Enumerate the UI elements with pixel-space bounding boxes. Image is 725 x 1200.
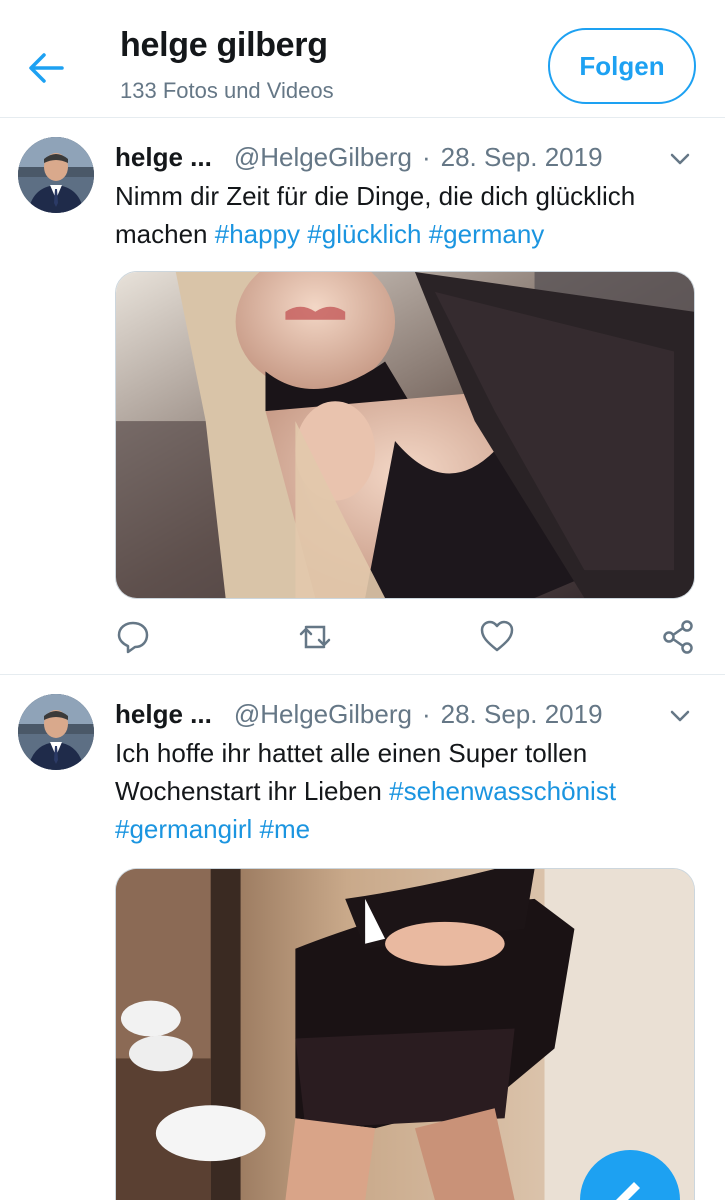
- photo-image: [116, 272, 694, 598]
- separator-dot: ·: [421, 141, 431, 172]
- profile-header: helge gilberg 133 Fotos und Videos Folge…: [0, 0, 725, 118]
- arrow-left-icon: [29, 53, 64, 83]
- tweet-photo[interactable]: [115, 868, 695, 1200]
- like-button[interactable]: [479, 617, 515, 657]
- media-count: 133 Fotos und Videos: [120, 78, 334, 103]
- avatar[interactable]: [18, 137, 94, 213]
- tweet-menu-button[interactable]: [664, 143, 696, 175]
- author-name[interactable]: helge ...: [115, 142, 212, 173]
- photo-image: [116, 869, 694, 1200]
- tweet-menu-button[interactable]: [664, 700, 696, 732]
- tweet-date[interactable]: 28. Sep. 2019: [441, 699, 603, 730]
- avatar-image: [18, 694, 94, 770]
- tweet-actions: [115, 617, 695, 661]
- tweet-date[interactable]: 28. Sep. 2019: [441, 142, 603, 173]
- share-icon: [663, 620, 693, 654]
- hashtag-link[interactable]: #sehenwasschönist: [389, 776, 616, 806]
- tweet-header: helge ... @HelgeGilberg · 28. Sep. 2019: [115, 139, 603, 175]
- hashtag-link[interactable]: #me: [260, 814, 311, 844]
- follow-button[interactable]: Folgen: [548, 28, 696, 104]
- hashtag-link[interactable]: #germany: [429, 219, 545, 249]
- separator-dot: ·: [421, 698, 431, 729]
- author-handle[interactable]: @HelgeGilberg: [234, 142, 412, 173]
- tweet-photo[interactable]: [115, 271, 695, 599]
- heart-icon: [480, 620, 514, 652]
- back-button[interactable]: [22, 44, 70, 92]
- compose-icon: [616, 1182, 640, 1200]
- retweet-button[interactable]: [297, 617, 333, 657]
- reply-icon: [117, 621, 149, 654]
- hashtag-link[interactable]: #happy: [215, 219, 300, 249]
- author-name[interactable]: helge ...: [115, 699, 212, 730]
- hashtag-link[interactable]: #glücklich: [307, 219, 421, 249]
- retweet-icon: [299, 625, 331, 649]
- tweet-header: helge ... @HelgeGilberg · 28. Sep. 2019: [115, 696, 603, 732]
- avatar-image: [18, 137, 94, 213]
- chevron-down-icon: [670, 710, 690, 722]
- tweet[interactable]: helge ... @HelgeGilberg · 28. Sep. 2019 …: [0, 676, 725, 1200]
- share-button[interactable]: [660, 617, 696, 657]
- tweet-text: Ich hoffe ihr hattet alle einen Super to…: [115, 734, 695, 848]
- author-handle[interactable]: @HelgeGilberg: [234, 699, 412, 730]
- reply-button[interactable]: [115, 617, 151, 657]
- avatar[interactable]: [18, 694, 94, 770]
- tweet[interactable]: helge ... @HelgeGilberg · 28. Sep. 2019 …: [0, 119, 725, 675]
- chevron-down-icon: [670, 153, 690, 165]
- profile-title: helge gilberg: [120, 26, 328, 64]
- hashtag-link[interactable]: #germangirl: [115, 814, 252, 844]
- tweet-text: Nimm dir Zeit für die Dinge, die dich gl…: [115, 177, 695, 253]
